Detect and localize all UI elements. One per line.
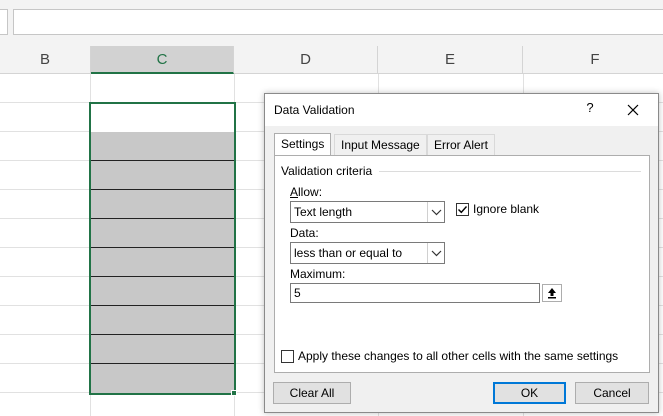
dialog-title: Data Validation [274,103,355,117]
clear-all-button[interactable]: Clear All [273,382,351,404]
apply-all-checkbox[interactable] [281,350,294,363]
column-header-b[interactable]: B [0,46,91,74]
data-select-value: less than or equal to [294,246,403,260]
maximum-value: 5 [294,286,301,300]
column-header-d[interactable]: D [234,46,378,74]
checkmark-icon [458,206,468,214]
help-button[interactable]: ? [583,100,597,115]
allow-select-value: Text length [294,205,353,219]
chevron-down-icon [431,250,442,257]
tab-input-message[interactable]: Input Message [334,134,427,155]
ignore-blank-checkbox[interactable] [456,203,469,216]
validation-criteria-label: Validation criteria [281,164,377,178]
allow-select[interactable]: Text length [290,201,445,223]
column-header-c[interactable]: C [91,46,234,74]
name-box[interactable] [0,9,8,35]
data-dropdown-button[interactable] [427,243,444,263]
tab-error-alert[interactable]: Error Alert [427,134,496,155]
column-header-f[interactable]: F [523,46,663,74]
selection-border [89,102,236,395]
formula-input[interactable] [13,9,663,35]
data-label: Data: [290,226,319,240]
maximum-input[interactable]: 5 [290,283,540,303]
allow-label-rest: llow: [298,185,323,199]
close-icon [627,104,639,116]
group-divider [379,171,641,172]
range-select-button[interactable] [542,284,562,302]
collapse-dialog-icon [548,288,556,299]
column-headers: B C D E F [0,46,663,74]
data-select[interactable]: less than or equal to [290,242,445,264]
allow-dropdown-button[interactable] [427,202,444,222]
cancel-button[interactable]: Cancel [575,382,649,404]
formula-bar-area [0,0,663,46]
ignore-blank-label[interactable]: Ignore blank [473,202,539,216]
maximum-label: Maximum: [290,267,346,281]
fill-handle[interactable] [231,390,237,396]
apply-all-label[interactable]: Apply these changes to all other cells w… [298,349,618,363]
dialog-title-bar[interactable]: Data Validation ? [265,94,658,126]
allow-label: Allow: [290,185,323,199]
tab-settings[interactable]: Settings [274,133,332,156]
column-header-e[interactable]: E [378,46,523,74]
close-button[interactable] [621,98,645,122]
data-validation-dialog: Data Validation ? Settings Input Message… [264,93,659,413]
chevron-down-icon [431,209,442,216]
settings-panel: Validation criteria Allow: Text length I… [274,155,650,373]
ok-button[interactable]: OK [493,382,566,404]
